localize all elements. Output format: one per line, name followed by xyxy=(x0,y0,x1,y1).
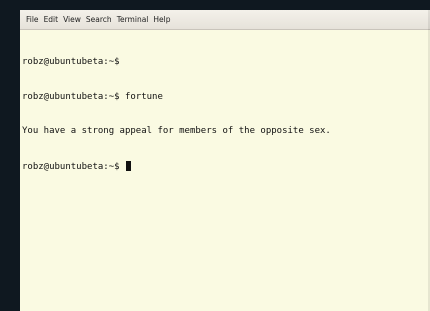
menu-view[interactable]: View xyxy=(63,15,81,24)
prompt-text: robz@ubuntubeta:~$ xyxy=(22,161,125,172)
terminal-output[interactable]: robz@ubuntubeta:~$ robz@ubuntubeta:~$ fo… xyxy=(22,34,430,311)
terminal-line: You have a strong appeal for members of … xyxy=(22,126,331,136)
terminal-prompt-line: robz@ubuntubeta:~$ xyxy=(22,160,430,174)
menu-help[interactable]: Help xyxy=(153,15,170,24)
text-cursor xyxy=(125,160,131,171)
terminal-line: robz@ubuntubeta:~$ fortune xyxy=(22,91,163,102)
terminal-window: File Edit View Search Terminal Help robz… xyxy=(20,10,430,311)
menu-bar: File Edit View Search Terminal Help xyxy=(20,10,430,30)
menu-edit[interactable]: Edit xyxy=(44,15,59,24)
menu-file[interactable]: File xyxy=(26,15,39,24)
menu-terminal[interactable]: Terminal xyxy=(117,15,149,24)
terminal-line: robz@ubuntubeta:~$ xyxy=(22,57,120,67)
menu-search[interactable]: Search xyxy=(86,15,112,24)
